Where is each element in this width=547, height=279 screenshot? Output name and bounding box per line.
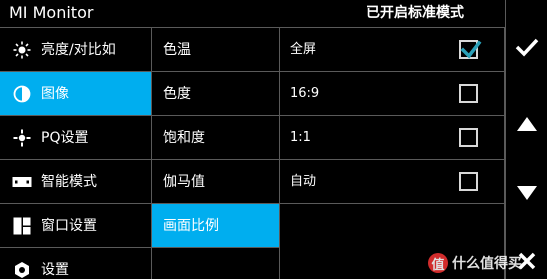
option-checkbox[interactable] [459,172,478,191]
down-arrow-icon [517,186,537,200]
menu-item-smart-mode[interactable]: 智能模式 [0,160,151,204]
menu-item-settings[interactable]: 设置 [0,248,151,279]
submenu-item-color-temp[interactable]: 色温 [152,28,279,72]
down-button[interactable] [506,175,547,211]
options-panel: 全屏 16:9 1:1 自动 [280,28,505,279]
menu-label-smart-mode: 智能模式 [41,173,97,190]
menu-label-settings: 设置 [41,262,69,278]
submenu-label: 色温 [163,41,191,58]
brightness-icon [12,40,32,60]
option-checkbox[interactable] [459,84,478,103]
osd-menu: MI Monitor 已开启标准模式 亮度/对比如 图像 PQ设置 智能模式 窗… [0,0,505,279]
option-16-9[interactable]: 16:9 [280,72,504,116]
submenu-item-aspect-ratio[interactable]: 画面比例 [152,204,279,248]
confirm-icon [515,38,539,57]
menu-item-pq[interactable]: PQ设置 [0,116,151,160]
option-1-1[interactable]: 1:1 [280,116,504,160]
settings-icon [12,260,32,279]
submenu-item-saturation[interactable]: 饱和度 [152,116,279,160]
smart-mode-icon [12,172,32,192]
watermark-logo-icon: 值 [428,253,448,273]
main-menu: 亮度/对比如 图像 PQ设置 智能模式 窗口设置 设置 [0,28,152,279]
option-label: 全屏 [290,41,317,57]
confirm-button[interactable] [506,29,547,65]
submenu-label: 画面比例 [163,217,219,234]
menu-item-image[interactable]: 图像 [0,72,151,116]
submenu-label: 伽马值 [163,173,205,190]
checkmark-icon [460,40,482,59]
menu-label-pq: PQ设置 [41,129,89,146]
mode-status: 已开启标准模式 [366,5,464,21]
option-checkbox-checked[interactable] [459,40,482,59]
contrast-icon [12,84,32,104]
up-arrow-icon [517,117,537,131]
header-bar: MI Monitor 已开启标准模式 [0,0,505,28]
menu-item-window[interactable]: 窗口设置 [0,204,151,248]
up-button[interactable] [506,106,547,142]
option-label: 16:9 [290,85,320,101]
menu-label-window: 窗口设置 [41,217,97,234]
app-title: MI Monitor [9,3,94,22]
submenu-label: 饱和度 [163,129,205,146]
option-fullscreen[interactable]: 全屏 [280,28,504,72]
sub-menu: 色温 色度 饱和度 伽马值 画面比例 [152,28,280,279]
option-label: 自动 [290,173,317,189]
menu-label-image: 图像 [41,85,69,102]
option-auto[interactable]: 自动 [280,160,504,204]
menu-label-brightness: 亮度/对比如 [41,41,116,58]
option-label: 1:1 [290,129,311,145]
watermark: 值 什么值得买 [428,252,522,274]
pq-icon [12,128,32,148]
menu-item-brightness[interactable]: 亮度/对比如 [0,28,151,72]
window-icon [12,216,32,236]
submenu-label: 色度 [163,85,191,102]
option-checkbox[interactable] [459,128,478,147]
side-controls [505,0,547,279]
submenu-item-hue[interactable]: 色度 [152,72,279,116]
submenu-item-gamma[interactable]: 伽马值 [152,160,279,204]
watermark-text: 什么值得买 [452,256,522,272]
